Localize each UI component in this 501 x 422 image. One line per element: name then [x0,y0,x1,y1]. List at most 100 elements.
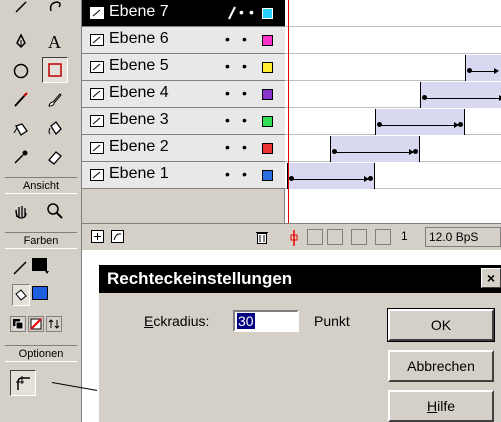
eraser-tool-icon[interactable] [42,144,68,170]
svg-text:A: A [48,33,61,51]
layer-icon [90,61,104,73]
layer-name: Ebene 1 [109,165,169,182]
motion-tween[interactable] [375,109,465,135]
zoom-tool-icon[interactable] [42,198,68,224]
dialog-title-bar[interactable]: Rechteckeinstellungen × [99,265,501,293]
layer-color-box[interactable] [262,8,273,19]
fill-color-control[interactable] [12,284,72,310]
visibility-dot[interactable]: • [225,31,230,47]
lock-dot[interactable]: • [242,166,247,182]
layer-name: Ebene 4 [109,84,169,101]
layer-row[interactable]: Ebene 7 • • [82,0,285,27]
motion-tween[interactable] [465,55,501,81]
default-colors-icon[interactable] [10,316,26,332]
lock-dot[interactable]: • [242,139,247,155]
colors-section-header: Farben [5,232,77,249]
motion-tween[interactable] [420,82,501,108]
hand-tool-icon[interactable] [8,198,34,224]
layer-icon [90,7,104,19]
layer-icon [90,115,104,127]
oval-tool-icon[interactable] [8,58,34,84]
motion-tween[interactable] [287,163,375,189]
onion-skin-icon[interactable] [307,229,323,245]
rectangle-tool-icon[interactable] [42,57,68,83]
visibility-dot[interactable]: • [225,139,230,155]
options-section-header: Optionen [5,345,77,362]
layer-color-box[interactable] [262,62,273,73]
cancel-button[interactable]: Abbrechen [388,350,494,382]
layer-row[interactable]: Ebene 5 • • [82,54,285,81]
no-color-icon[interactable] [28,316,44,332]
timeline-toolbar: 1 12.0 BpS [285,223,501,250]
layer-row[interactable]: Ebene 4 • • [82,81,285,108]
layer-icon [90,169,104,181]
fill-bucket-icon [12,284,30,306]
layer-name: Ebene 2 [109,138,169,155]
layer-row[interactable]: Ebene 6 • • [82,27,285,54]
onion-skin-outlines-icon[interactable] [327,229,343,245]
timeline-row [285,27,501,54]
text-tool-icon[interactable]: A [42,29,68,55]
modify-onion-markers-icon[interactable] [375,229,391,245]
stroke-color-control[interactable] [12,256,72,278]
unit-label: Punkt [314,313,350,329]
add-layer-icon[interactable] [90,229,106,245]
layer-color-box[interactable] [262,170,273,181]
layers-toolbar [82,223,285,250]
lock-dot[interactable]: • [249,4,254,20]
center-frame-icon[interactable] [289,229,299,247]
layer-name: Ebene 6 [109,30,169,47]
timeline-row [285,0,501,27]
round-rectangle-radius-icon[interactable] [10,370,36,396]
frame-rate: 12.0 BpS [425,227,501,247]
pencil-tool-icon[interactable] [8,87,34,113]
add-guide-layer-icon[interactable] [110,229,126,245]
timeline-frames[interactable] [285,0,501,223]
dropper-tool-icon[interactable] [8,144,34,170]
fill-color-swatch[interactable] [32,286,48,300]
visibility-dot[interactable]: • [225,85,230,101]
visibility-dot[interactable]: • [225,112,230,128]
visibility-dot[interactable]: • [225,166,230,182]
lock-dot[interactable]: • [242,58,247,74]
rectangle-settings-dialog: Rechteckeinstellungen × Eckradius: 30 Pu… [97,263,501,422]
layer-icon [90,34,104,46]
close-icon[interactable]: × [481,268,501,288]
view-section-header: Ansicht [5,177,77,194]
corner-radius-input[interactable]: 30 [233,310,299,332]
playhead[interactable] [288,0,289,223]
corner-radius-label: Eckradius: [144,313,210,329]
layer-row[interactable]: Ebene 3 • • [82,108,285,135]
layer-row[interactable]: Ebene 2 • • [82,135,285,162]
paint-bucket-tool-icon[interactable] [42,116,68,142]
pen-tool-icon[interactable] [8,29,34,55]
ink-bottle-tool-icon[interactable] [8,116,34,142]
edit-multiple-frames-icon[interactable] [351,229,367,245]
ok-button[interactable]: OK [387,308,495,342]
layer-color-box[interactable] [262,35,273,46]
visibility-dot[interactable]: • [225,58,230,74]
toolbox: A Ansicht Farben Optionen [0,0,82,422]
current-frame: 1 [398,227,422,247]
layer-name: Ebene 5 [109,57,169,74]
layer-color-box[interactable] [262,143,273,154]
layer-icon [90,88,104,100]
swap-colors-icon[interactable] [46,316,62,332]
lock-dot[interactable]: • [242,112,247,128]
lock-dot[interactable]: • [242,31,247,47]
help-button[interactable]: Hilfe [388,390,494,422]
pencil-icon [228,6,236,20]
corner-radius-value: 30 [237,313,255,329]
lasso-tool-icon[interactable] [42,0,68,20]
trash-icon[interactable] [254,229,270,245]
brush-tool-icon[interactable] [42,87,68,113]
layer-row[interactable]: Ebene 1 • • [82,162,285,189]
timeline-row [285,189,501,216]
layer-color-box[interactable] [262,116,273,127]
motion-tween[interactable] [330,136,420,162]
layer-color-box[interactable] [262,89,273,100]
line-tool-icon[interactable] [8,0,34,20]
lock-dot[interactable]: • [242,85,247,101]
visibility-dot[interactable]: • [239,4,244,20]
layer-icon [90,142,104,154]
